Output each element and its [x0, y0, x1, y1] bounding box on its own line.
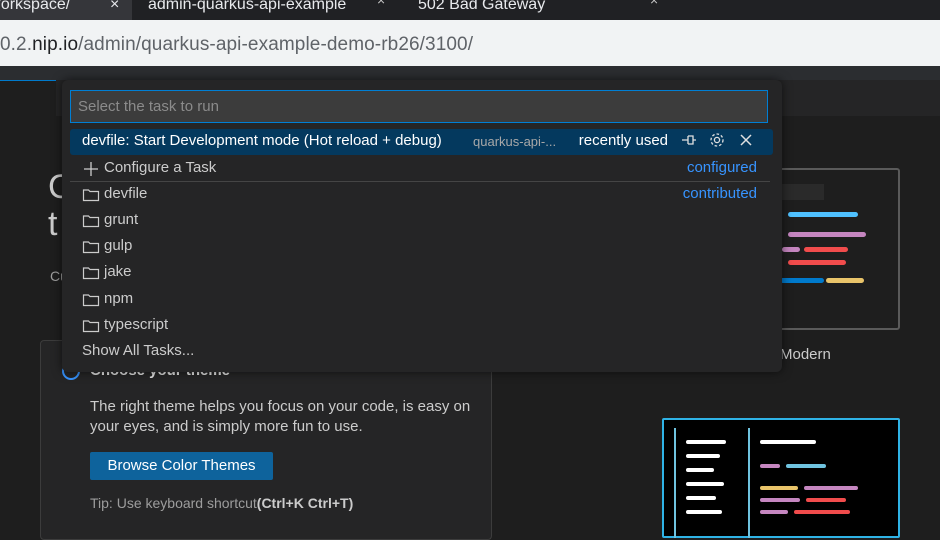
tip-prefix: Tip: Use keyboard shortcut — [90, 495, 257, 511]
preview-border — [748, 428, 750, 538]
preview-border — [674, 428, 676, 538]
preview-code-line — [782, 247, 800, 252]
quick-pick-item-gulp[interactable]: gulp — [70, 234, 773, 260]
browser-tab-admin[interactable]: admin-quarkus-api-example — [148, 0, 388, 20]
tip-shortcut: (Ctrl+K Ctrl+T) — [256, 495, 354, 511]
gear-icon[interactable] — [708, 131, 726, 153]
task-label: gulp — [104, 237, 133, 254]
preview-code-line — [760, 464, 780, 468]
quick-pick-item-selected[interactable]: devfile: Start Development mode (Hot rel… — [70, 129, 773, 155]
close-icon[interactable]: × — [110, 0, 119, 18]
toolbar-divider — [0, 66, 940, 80]
url-text[interactable]: 0.2.nip.io/admin/quarkus-api-example-dem… — [0, 34, 473, 56]
task-description: quarkus-api-... — [473, 134, 557, 149]
theme-name-label[interactable]: Modern — [780, 346, 831, 363]
task-label: jake — [104, 263, 132, 280]
url-path: /admin/quarkus-api-example-demo-rb26/310… — [78, 34, 474, 55]
editor-tab-welcome[interactable] — [0, 80, 56, 118]
task-detail: recently used — [578, 132, 668, 149]
address-bar[interactable]: 0.2.nip.io/admin/quarkus-api-example-dem… — [0, 20, 940, 70]
preview-code-line — [788, 260, 846, 265]
folder-icon — [82, 264, 100, 282]
browse-color-themes-button[interactable]: Browse Color Themes — [90, 452, 273, 480]
task-search-input[interactable] — [70, 90, 768, 123]
quick-pick-item-grunt[interactable]: grunt — [70, 208, 773, 234]
preview-code-line — [686, 454, 720, 458]
close-icon[interactable] — [738, 131, 754, 153]
tip-text: Tip: Use keyboard shortcut(Ctrl+K Ctrl+T… — [90, 495, 353, 511]
close-icon[interactable]: × — [377, 0, 385, 8]
url-prefix: 0.2. — [0, 34, 33, 55]
preview-code-line — [786, 464, 826, 468]
quick-pick-item-devfile[interactable]: devfile contributed — [70, 182, 773, 208]
task-label: devfile — [104, 185, 148, 202]
preview-code-line — [794, 510, 850, 514]
preview-code-line — [788, 232, 866, 237]
step-description: The right theme helps you focus on your … — [90, 398, 471, 435]
folder-icon — [82, 291, 100, 309]
preview-code-line — [788, 212, 858, 217]
preview-code-line — [686, 468, 714, 472]
plus-icon — [82, 160, 100, 178]
browser-tab-workspace[interactable]: Workspace/ × — [0, 0, 132, 20]
preview-code-line — [760, 440, 816, 444]
url-domain: nip.io — [32, 34, 79, 55]
pin-icon[interactable] — [680, 131, 698, 153]
quick-pick-item-typescript[interactable]: typescript — [70, 313, 773, 339]
task-label: npm — [104, 290, 134, 307]
browser-tab-bad-gateway[interactable]: 502 Bad Gateway — [418, 0, 598, 20]
preview-code-line — [806, 498, 846, 502]
preview-code-line — [760, 486, 798, 490]
task-label: grunt — [104, 211, 139, 228]
quick-pick-item-show-all[interactable]: Show All Tasks... — [70, 339, 773, 365]
preview-code-line — [686, 482, 724, 486]
folder-icon — [82, 186, 100, 204]
quick-pick-item-npm[interactable]: npm — [70, 287, 773, 313]
preview-code-line — [686, 510, 722, 514]
folder-icon — [82, 317, 100, 335]
show-all-tasks-label: Show All Tasks... — [82, 342, 195, 359]
task-label: Configure a Task — [104, 159, 217, 176]
browser-tab-label: 502 Bad Gateway — [418, 0, 546, 13]
folder-icon — [82, 238, 100, 256]
preview-code-line — [686, 496, 716, 500]
close-icon[interactable]: × — [650, 0, 658, 8]
browser-tab-strip: Workspace/ × admin-quarkus-api-example ×… — [0, 0, 940, 20]
preview-code-line — [780, 278, 824, 283]
preview-code-line — [804, 247, 848, 252]
preview-code-line — [760, 510, 788, 514]
preview-code-line — [804, 486, 858, 490]
task-label: typescript — [104, 316, 169, 333]
quick-pick-item-configure[interactable]: Configure a Task configured — [70, 156, 773, 182]
browser-tab-label: admin-quarkus-api-example — [148, 0, 347, 13]
quick-pick-item-jake[interactable]: jake — [70, 260, 773, 286]
task-label: devfile: Start Development mode (Hot rel… — [82, 132, 442, 149]
preview-code-line — [826, 278, 864, 283]
preview-code-line — [760, 498, 800, 502]
task-category-tag: contributed — [682, 185, 757, 202]
preview-code-line — [686, 440, 726, 444]
theme-preview-high-contrast[interactable] — [662, 418, 900, 538]
folder-icon — [82, 212, 100, 230]
welcome-heading-fragment: t — [48, 205, 58, 243]
browser-tab-label: Workspace/ — [0, 0, 71, 13]
task-category-tag: configured — [686, 159, 757, 176]
